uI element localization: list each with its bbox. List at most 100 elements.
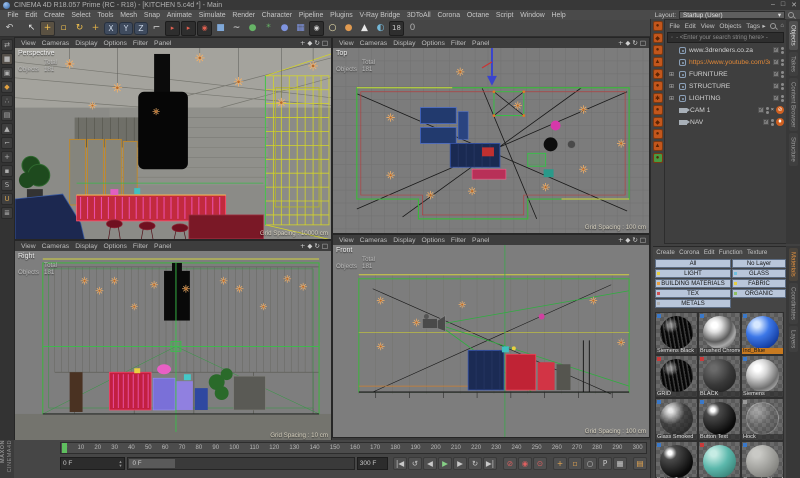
material-button-text[interactable]: Button Text [698,398,741,441]
frame-range-slider[interactable]: 0 F [127,457,354,470]
vp-menu-2[interactable]: Display [72,40,100,47]
om-menu-1[interactable]: Edit [682,23,698,30]
play-reverse-button[interactable]: ↺ [408,457,422,470]
loop-button[interactable]: ↻ [468,457,482,470]
prev-key-button[interactable]: ◀ [423,457,437,470]
material-siemens-black[interactable]: Siemens Black [655,312,698,355]
expand-icon[interactable]: ⊞ [669,71,676,78]
snap-icon[interactable]: S [1,179,13,191]
material-black[interactable]: BLACK [698,355,741,398]
viewport-front[interactable]: ViewCamerasDisplayOptionsFilterPanel +◆↻… [332,234,650,438]
tab-materials[interactable]: Materials [789,248,798,281]
object-row-nav[interactable]: NAV ✓♦ [665,116,786,128]
viewport-canvas-front[interactable] [333,245,649,438]
menubar-item-2[interactable]: Create [41,12,68,19]
menubar-item-1[interactable]: Edit [22,12,41,19]
vp-menu-3[interactable]: Options [100,243,129,250]
plugin-icon-4[interactable]: ▲ [653,57,663,67]
expand-icon[interactable]: ⊞ [669,83,676,90]
tab-takes[interactable]: Takes [789,52,798,76]
vp-menu-0[interactable]: View [18,40,39,47]
menubar-item-10[interactable]: Character [258,12,295,19]
menubar-item-13[interactable]: V-Ray Bridge [356,12,403,19]
visibility-dots[interactable] [771,119,774,126]
om-menu-4[interactable]: Tags [744,23,763,30]
mm-menu-1[interactable]: Corona [677,249,702,256]
layer-organic[interactable]: ORGANIC [732,289,786,298]
vp-menu-3[interactable]: Options [100,40,129,47]
model-mode-icon[interactable]: ■ [1,53,13,65]
plugin-icon-10[interactable]: ● [653,129,663,139]
vp-zoom-icon[interactable]: ◆ [625,39,630,47]
live-selection-icon[interactable]: ↖ [24,21,39,36]
om-menu-2[interactable]: View [698,23,717,30]
zero-label[interactable]: 0 [405,21,420,36]
plugin-icon-2[interactable]: ◆ [653,33,663,43]
spline-pen-icon[interactable]: ~ [229,21,244,36]
render-settings-icon[interactable]: ◉ [197,21,212,36]
material-glass-smoked[interactable]: Glass Smoked [655,398,698,441]
vp-zoom-icon[interactable]: ◆ [307,39,312,47]
undo-icon[interactable]: ↶ [2,21,17,36]
magnet-icon[interactable]: U [1,193,13,205]
floor-icon[interactable]: ▦ [293,21,308,36]
layout-select[interactable]: Startup (User) ▾ [679,11,785,19]
key-scale-button[interactable]: ▫ [568,457,582,470]
playhead[interactable] [62,443,67,453]
layer-fabric[interactable]: FABRIC [732,279,786,288]
menubar-item-4[interactable]: Tools [94,12,117,19]
current-frame-field[interactable]: 0 F ▲▼ [60,457,125,470]
vp-menu-5[interactable]: Panel [151,243,174,250]
enable-checkbox[interactable]: ✓ [773,83,779,89]
animation-mode-icon[interactable]: ⌐ [1,137,13,149]
menubar-item-0[interactable]: File [4,12,22,19]
keyframe-selection-button[interactable]: ⊙ [533,457,547,470]
vp-menu-3[interactable]: Options [418,237,447,244]
enable-checkbox[interactable]: ✓ [773,71,779,77]
scale-icon[interactable]: ▫ [56,21,71,36]
viewport-canvas-perspective[interactable] [15,48,331,240]
visibility-dots[interactable] [781,95,784,102]
vp-zoom-icon[interactable]: ◆ [307,242,312,250]
tag-icon[interactable]: × [771,107,774,113]
window-control-1[interactable]: □ [781,1,785,9]
points-mode-icon[interactable]: ∴ [1,95,13,107]
axis-y-button[interactable]: Y [119,22,133,35]
window-control-0[interactable]: – [771,1,775,9]
expand-icon[interactable]: ⊞ [669,95,676,102]
menubar-item-6[interactable]: Snap [140,12,163,19]
transport-sep[interactable] [548,457,552,470]
menu-more-icon[interactable]: ▸ [762,22,765,30]
autokey-button[interactable]: ◉ [518,457,532,470]
vp-menu-3[interactable]: Options [418,40,447,47]
polygons-mode-icon[interactable]: ▲ [1,123,13,135]
vp-zoom-icon[interactable]: ◆ [625,236,630,244]
render-picture-icon[interactable]: ▸ [181,21,196,36]
material-hock[interactable]: Hock [741,398,784,441]
vp-menu-5[interactable]: Panel [151,40,174,47]
visibility-dots[interactable] [781,83,784,90]
om-menu-3[interactable]: Objects [717,23,744,30]
vp-menu-1[interactable]: Cameras [357,40,391,47]
protection-tag-icon[interactable]: ⊘ [776,106,784,114]
tab-objects[interactable]: Objects [789,21,798,50]
array-icon[interactable]: * [261,21,276,36]
material-siemens[interactable]: Siemens [741,355,784,398]
metaball-icon[interactable]: ● [277,21,292,36]
figure-icon[interactable]: ▲ [357,21,372,36]
viewport-top[interactable]: ViewCamerasDisplayOptionsFilterPanel +◆↻… [332,37,650,234]
layer-all[interactable]: All [655,259,731,268]
viewport-canvas-top[interactable] [333,48,649,234]
tab-coordinates[interactable]: Coordinates [789,283,798,324]
timeline-ruler[interactable]: 0102030405060708090100110120130140150160… [60,442,647,454]
viewport-right[interactable]: ViewCamerasDisplayOptionsFilterPanel +◆↻… [14,240,332,442]
make-editable-icon[interactable]: ⇄ [1,39,13,51]
vp-menu-5[interactable]: Panel [469,40,492,47]
viewport-canvas-right[interactable] [15,251,331,442]
menubar-item-7[interactable]: Animate [163,12,195,19]
viewport-perspective[interactable]: ViewCamerasDisplayOptionsFilterPanel +◆↻… [14,37,332,240]
camera-icon[interactable]: ◉ [309,21,324,36]
vp-pan-icon[interactable]: + [618,236,623,244]
plugin-icon-9[interactable]: ◆ [653,117,663,127]
object-row-lighting[interactable]: ⊞ LIGHTING ✓ [665,92,786,104]
